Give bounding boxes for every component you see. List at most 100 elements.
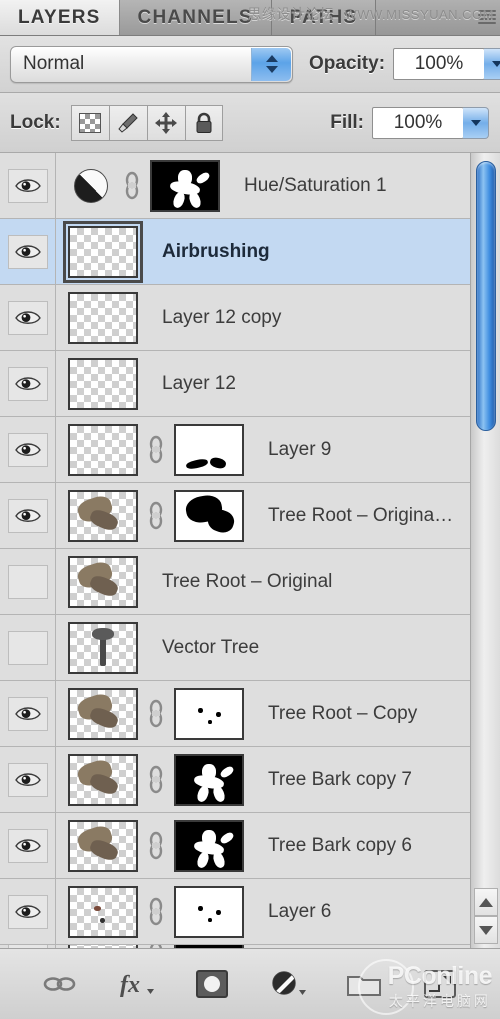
new-layer-button[interactable] — [419, 965, 461, 1003]
layer-name: Tree Root – Origina… — [268, 504, 454, 526]
layer-mask-thumbnail[interactable] — [174, 885, 244, 938]
link-layers-button[interactable] — [39, 965, 81, 1003]
layer-row[interactable]: Tree Root – Original — [0, 549, 470, 615]
layer-row[interactable]: Tree Bark copy 7 — [0, 747, 470, 813]
layer-row-content[interactable]: Tree Root – Original — [56, 549, 470, 614]
layer-row[interactable]: Tree Root – Copy — [0, 681, 470, 747]
layer-row-content[interactable]: Layer 9 — [56, 417, 470, 482]
layer-row-content[interactable]: Airbrushing — [56, 219, 470, 284]
layer-thumbnail[interactable] — [68, 489, 138, 542]
adjustment-circle-icon — [74, 168, 108, 203]
layer-visibility-toggle[interactable] — [0, 219, 56, 284]
layer-thumbnail[interactable] — [68, 357, 138, 410]
layer-row[interactable]: Layer 9 — [0, 417, 470, 483]
layer-visibility-toggle[interactable] — [0, 549, 56, 614]
lock-position-button[interactable] — [146, 104, 185, 141]
layer-mask-thumbnail[interactable] — [174, 489, 244, 542]
layer-visibility-toggle[interactable] — [0, 483, 56, 548]
layer-thumbnail[interactable] — [68, 885, 138, 938]
eye-icon — [14, 179, 41, 192]
layer-visibility-toggle[interactable] — [0, 153, 56, 218]
layer-mask-link-icon[interactable] — [144, 897, 168, 927]
link-icon — [149, 501, 163, 529]
layer-visibility-toggle[interactable] — [0, 351, 56, 416]
layer-row[interactable]: Airbrushing — [0, 219, 470, 285]
layer-mask-link-icon[interactable] — [120, 171, 144, 201]
visibility-box — [7, 630, 48, 665]
layer-style-button[interactable]: fx — [115, 965, 157, 1003]
layer-thumbnail[interactable] — [63, 220, 143, 283]
layer-mask-link-icon[interactable] — [144, 501, 168, 531]
layer-row-content[interactable]: Vector Tree — [56, 615, 470, 680]
blend-mode-stepper-icon[interactable] — [251, 47, 291, 81]
layer-row[interactable]: Layer 12 — [0, 351, 470, 417]
layer-row[interactable]: Tree Bark copy 6 — [0, 813, 470, 879]
layer-row[interactable]: Layer 12 copy — [0, 285, 470, 351]
layer-mask-link-icon[interactable] — [144, 435, 168, 465]
eye-icon — [14, 839, 41, 852]
layer-visibility-toggle[interactable] — [0, 681, 56, 746]
tab-layers[interactable]: LAYERS — [0, 0, 120, 35]
layer-thumbnail[interactable] — [68, 621, 138, 674]
add-layer-mask-button[interactable] — [191, 965, 233, 1003]
fill-value: 100% — [393, 111, 443, 133]
layer-row-content[interactable]: Layer 12 — [56, 351, 470, 416]
layer-row[interactable]: Vector Tree — [0, 615, 470, 681]
lock-image-pixels-button[interactable] — [108, 104, 147, 141]
fill-input[interactable]: 100% — [372, 106, 489, 139]
layer-visibility-toggle[interactable] — [0, 417, 56, 482]
layer-name: Layer 12 copy — [162, 306, 282, 328]
layer-thumbnail[interactable] — [68, 819, 138, 872]
panel-menu-icon[interactable] — [478, 10, 496, 24]
tab-channels[interactable]: CHANNELS — [119, 0, 272, 35]
opacity-input[interactable]: 100% — [393, 48, 500, 80]
layer-visibility-toggle[interactable] — [0, 747, 56, 812]
opacity-dropdown-icon[interactable] — [484, 48, 500, 80]
layer-mask-link-icon[interactable] — [144, 831, 168, 861]
tab-paths[interactable]: PATHS — [271, 0, 377, 35]
eye-icon — [14, 311, 41, 324]
scroll-down-arrow[interactable] — [474, 916, 498, 944]
lock-all-button[interactable] — [184, 104, 223, 141]
layer-thumbnail[interactable] — [68, 163, 114, 209]
new-group-button[interactable] — [343, 965, 385, 1003]
scrollbar-thumb[interactable] — [476, 161, 496, 431]
layer-mask-thumbnail[interactable] — [174, 423, 244, 476]
lock-buttons — [70, 104, 223, 141]
blend-mode-select[interactable]: Normal — [10, 45, 293, 83]
layer-mask-link-icon[interactable] — [144, 699, 168, 729]
layer-row-content[interactable]: Hue/Saturation 1 — [56, 153, 470, 218]
new-adjustment-layer-button[interactable] — [267, 965, 309, 1003]
layer-mask-thumbnail[interactable] — [174, 753, 244, 806]
visibility-box — [7, 498, 48, 533]
layer-visibility-toggle[interactable] — [0, 615, 56, 680]
layer-row-content[interactable]: Tree Bark copy 6 — [56, 813, 470, 878]
layer-visibility-toggle[interactable] — [0, 813, 56, 878]
layer-thumbnail[interactable] — [68, 291, 138, 344]
layer-row[interactable]: Tree Root – Origina… — [0, 483, 470, 549]
visibility-box — [7, 828, 48, 863]
lock-transparent-pixels-button[interactable] — [70, 104, 109, 141]
layer-row-content[interactable]: Layer 6 — [56, 879, 470, 944]
layer-thumbnail[interactable] — [68, 687, 138, 740]
link-icon — [149, 831, 163, 859]
layer-thumbnail[interactable] — [68, 555, 138, 608]
layer-row[interactable]: Layer 6 — [0, 879, 470, 945]
layer-row[interactable]: Hue/Saturation 1 — [0, 153, 470, 219]
layer-thumbnail[interactable] — [68, 753, 138, 806]
fill-dropdown-icon[interactable] — [463, 106, 489, 139]
layer-mask-link-icon[interactable] — [144, 765, 168, 795]
layer-row-content[interactable]: Layer 12 copy — [56, 285, 470, 350]
layer-list-scrollbar[interactable] — [470, 153, 500, 948]
scroll-up-arrow[interactable] — [474, 888, 498, 916]
layer-mask-thumbnail[interactable] — [150, 159, 220, 212]
layer-row-content[interactable]: Tree Bark copy 7 — [56, 747, 470, 812]
layer-row-content[interactable]: Tree Root – Origina… — [56, 483, 470, 548]
layer-thumbnail[interactable] — [68, 423, 138, 476]
layer-list[interactable]: Hue/Saturation 1 Airbrushing Layer 12 copy… — [0, 153, 470, 948]
layer-mask-thumbnail[interactable] — [174, 687, 244, 740]
layer-visibility-toggle[interactable] — [0, 285, 56, 350]
layer-visibility-toggle[interactable] — [0, 879, 56, 944]
layer-row-content[interactable]: Tree Root – Copy — [56, 681, 470, 746]
layer-mask-thumbnail[interactable] — [174, 819, 244, 872]
